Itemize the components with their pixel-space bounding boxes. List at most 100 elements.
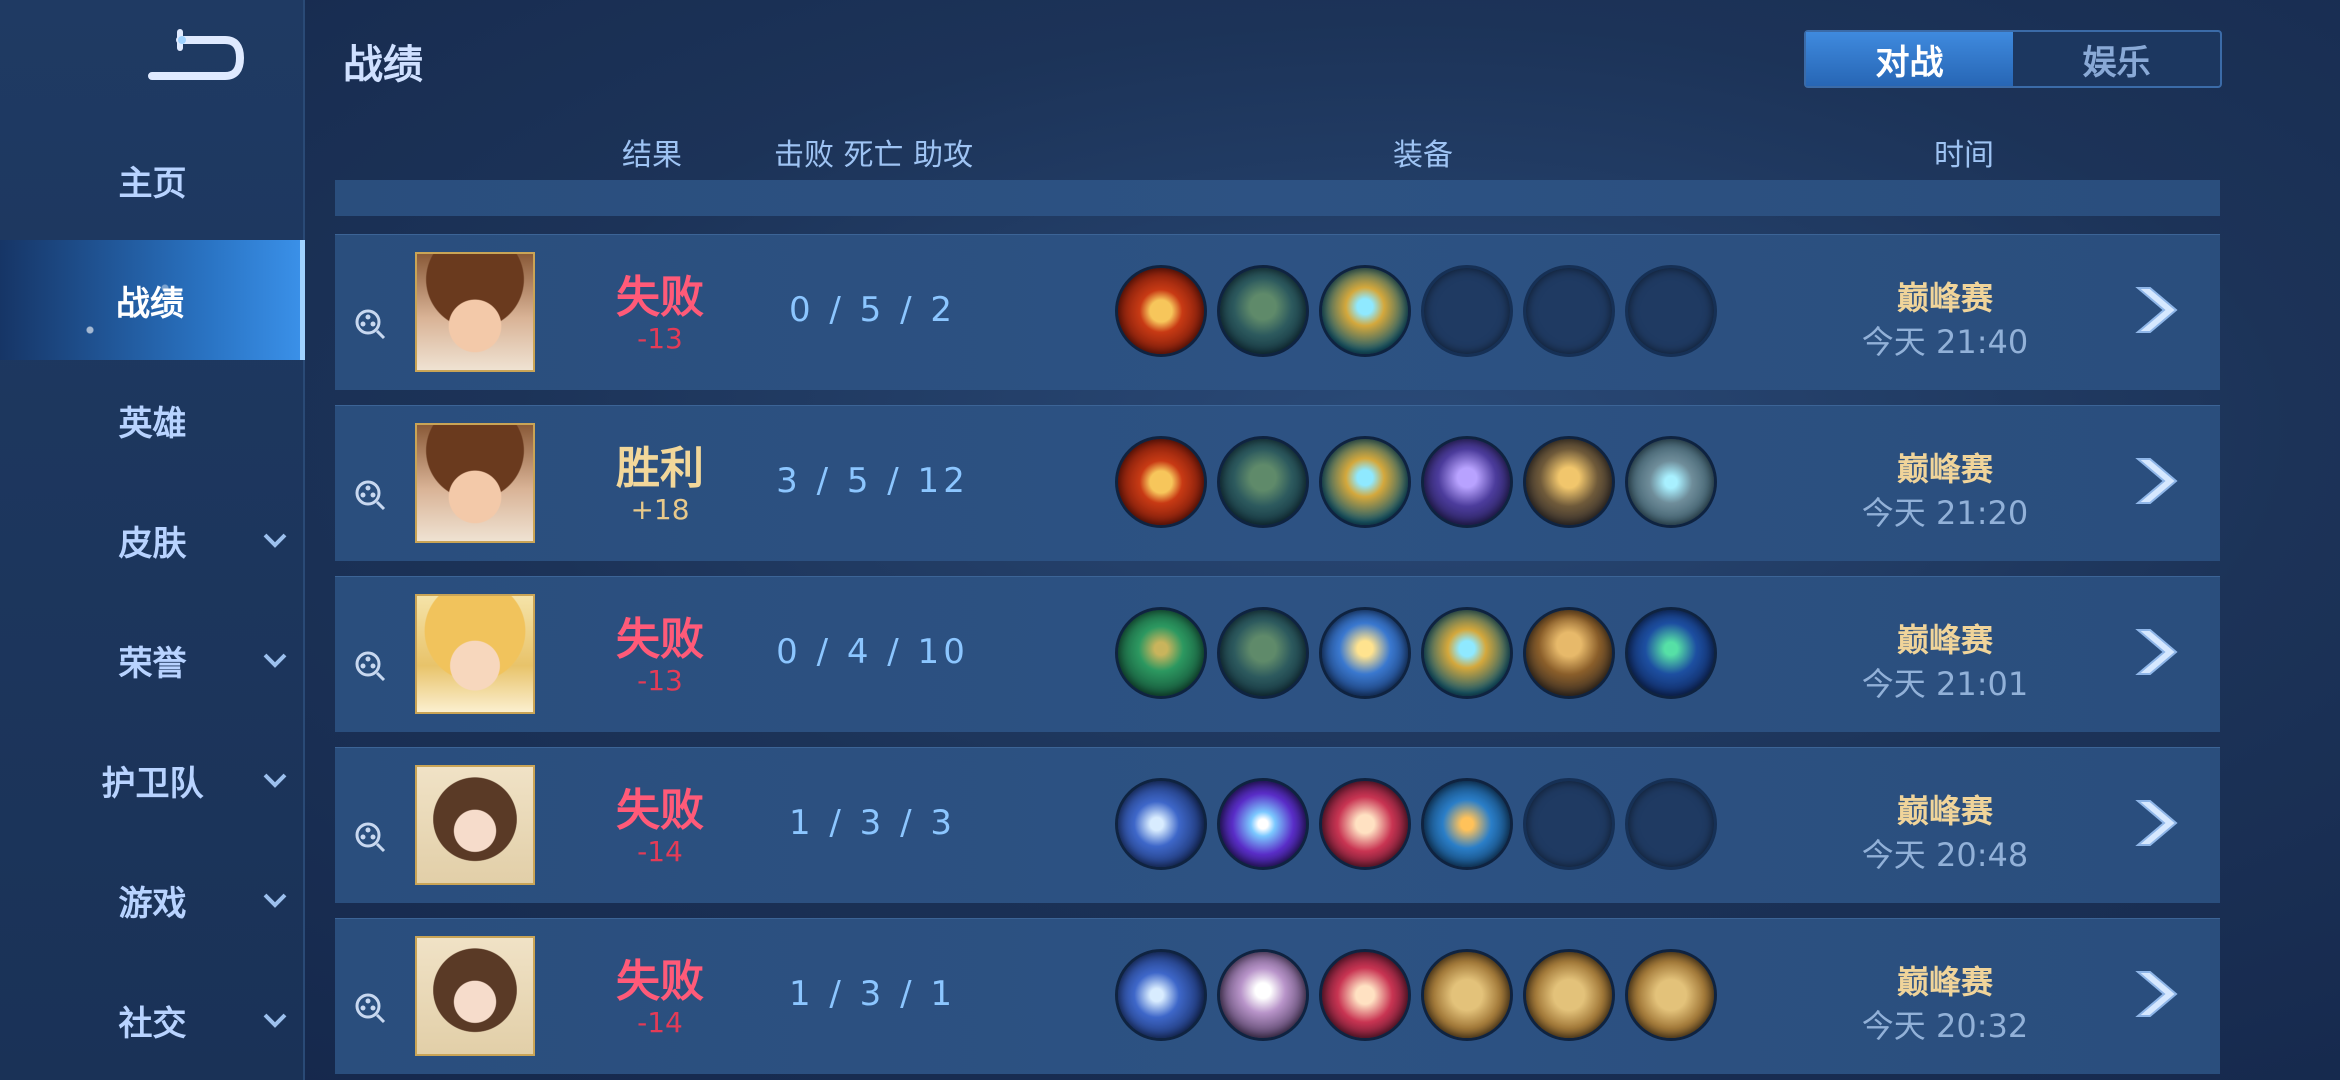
chevron-down-icon — [263, 893, 287, 908]
item-slot-red-spellbook[interactable] — [1319, 778, 1411, 870]
empty-item-slot — [1421, 265, 1513, 357]
item-slot-skull-mask[interactable] — [1217, 949, 1309, 1041]
item-slot-blue-steel-boots[interactable] — [1115, 949, 1207, 1041]
sidebar-item-label: 战绩 — [116, 283, 184, 324]
sidebar-item-home[interactable]: 主页 — [0, 120, 305, 240]
chevron-right-icon[interactable] — [2130, 622, 2180, 682]
score-change: -14 — [637, 835, 683, 868]
result-label: 失败 — [616, 956, 704, 1007]
replay-icon[interactable] — [353, 991, 387, 1025]
hero-avatar[interactable] — [415, 594, 535, 714]
item-slot-green-boots[interactable] — [1217, 436, 1309, 528]
item-slot-gold-blue-crest[interactable] — [1319, 265, 1411, 357]
equipment-list — [1115, 949, 1717, 1041]
table-row-partial[interactable] — [335, 180, 2220, 216]
sidebar-item-label: 荣誉 — [118, 643, 187, 684]
result-label: 失败 — [616, 785, 704, 836]
equipment-list — [1115, 436, 1717, 528]
column-header-time: 时间 — [1934, 138, 1994, 173]
replay-icon[interactable] — [353, 478, 387, 512]
item-slot-red-gold-medallion[interactable] — [1115, 265, 1207, 357]
sidebar-item-label: 英雄 — [118, 403, 187, 444]
chevron-right-icon[interactable] — [2130, 793, 2180, 853]
hero-avatar[interactable] — [415, 423, 535, 543]
kda-stats: 3 / 5 / 12 — [776, 461, 969, 501]
item-slot-green-boots[interactable] — [1217, 607, 1309, 699]
item-slot-gold-cloak[interactable] — [1523, 607, 1615, 699]
item-slot-gold-blue-crest[interactable] — [1319, 436, 1411, 528]
item-slot-blue-steel-boots[interactable] — [1115, 778, 1207, 870]
result-label: 胜利 — [616, 443, 704, 494]
item-slot-blue-hourglass[interactable] — [1319, 607, 1411, 699]
table-row[interactable]: 失败 -13 0 / 4 / 10 巅峰赛 今天 21:01 — [335, 576, 2220, 732]
sidebar-item-honor[interactable]: 荣誉 — [0, 600, 305, 720]
sidebar-item-skins[interactable]: 皮肤 — [0, 480, 305, 600]
empty-item-slot — [1625, 265, 1717, 357]
chevron-right-icon[interactable] — [2130, 964, 2180, 1024]
sidebar-item-records[interactable]: 战绩 — [0, 240, 305, 360]
match-result: 失败 -14 — [585, 786, 735, 868]
table-row[interactable]: 失败 -14 1 / 3 / 1 巅峰赛 今天 20:32 — [335, 918, 2220, 1074]
hero-avatar[interactable] — [415, 765, 535, 885]
result-label: 失败 — [616, 272, 704, 323]
match-time: 今天 20:48 — [1861, 836, 2029, 874]
hero-avatar[interactable] — [415, 936, 535, 1056]
match-mode: 巅峰赛 — [1896, 792, 1993, 830]
table-row[interactable]: 胜利 +18 3 / 5 / 12 巅峰赛 今天 21:20 — [335, 405, 2220, 561]
replay-icon[interactable] — [353, 649, 387, 683]
item-slot-green-boots[interactable] — [1217, 265, 1309, 357]
tab-battle[interactable]: 对战 — [1806, 32, 2013, 86]
score-change: -14 — [637, 1006, 683, 1039]
item-slot-purple-armor[interactable] — [1421, 436, 1513, 528]
item-slot-blue-feather[interactable] — [1421, 778, 1513, 870]
sidebar-item-label: 社交 — [118, 1003, 187, 1044]
hero-avatar[interactable] — [415, 252, 535, 372]
item-slot-gold-chestplate[interactable] — [1523, 436, 1615, 528]
item-slot-red-gold-medallion[interactable] — [1115, 436, 1207, 528]
score-change: -13 — [637, 322, 683, 355]
sidebar-item-heroes[interactable]: 英雄 — [0, 360, 305, 480]
tab-entertainment[interactable]: 娱乐 — [2013, 32, 2220, 86]
item-slot-red-spellbook[interactable] — [1319, 949, 1411, 1041]
match-mode: 巅峰赛 — [1896, 621, 1993, 659]
sidebar-item-social[interactable]: 社交 — [0, 960, 305, 1080]
sidebar-item-label: 护卫队 — [101, 763, 204, 804]
equipment-list — [1115, 265, 1717, 357]
column-header-kda: 击败 死亡 助攻 — [774, 138, 974, 173]
back-arrow-icon[interactable] — [140, 28, 250, 88]
kda-stats: 0 / 5 / 2 — [788, 290, 957, 330]
chevron-down-icon — [263, 773, 287, 788]
equipment-list — [1115, 778, 1717, 870]
sidebar-item-label: 主页 — [118, 163, 187, 204]
item-slot-wooden-crate[interactable] — [1523, 949, 1615, 1041]
replay-icon[interactable] — [353, 307, 387, 341]
chevron-down-icon — [263, 653, 287, 668]
equipment-list — [1115, 607, 1717, 699]
replay-icon[interactable] — [353, 820, 387, 854]
item-slot-blue-hood[interactable] — [1625, 607, 1717, 699]
chevron-right-icon[interactable] — [2130, 451, 2180, 511]
page-title: 战绩 — [343, 42, 423, 88]
match-time: 今天 20:32 — [1861, 1007, 2029, 1045]
chevron-right-icon[interactable] — [2130, 280, 2180, 340]
mode-switch: 对战 娱乐 — [1804, 30, 2222, 88]
item-slot-gold-blue-crest[interactable] — [1421, 607, 1513, 699]
item-slot-green-jade-amulet[interactable] — [1115, 607, 1207, 699]
sidebar-item-game[interactable]: 游戏 — [0, 840, 305, 960]
score-change: -13 — [637, 664, 683, 697]
kda-stats: 1 / 3 / 3 — [788, 803, 957, 843]
column-header-result: 结果 — [622, 138, 682, 173]
table-row[interactable]: 失败 -14 1 / 3 / 3 巅峰赛 今天 20:48 — [335, 747, 2220, 903]
match-result: 失败 -14 — [585, 957, 735, 1039]
table-row[interactable]: 失败 -13 0 / 5 / 2 巅峰赛 今天 21:40 — [335, 234, 2220, 390]
item-slot-silver-gem-belt[interactable] — [1625, 436, 1717, 528]
sidebar-item-guard-team[interactable]: 护卫队 — [0, 720, 305, 840]
kda-stats: 0 / 4 / 10 — [776, 632, 969, 672]
item-slot-wooden-crate[interactable] — [1625, 949, 1717, 1041]
match-mode: 巅峰赛 — [1896, 279, 1993, 317]
sidebar: 主页 战绩 英雄 皮肤 荣誉 护卫队 游戏 社交 — [0, 0, 305, 1080]
match-time: 今天 21:01 — [1861, 665, 2029, 703]
item-slot-purple-orb[interactable] — [1217, 778, 1309, 870]
match-list[interactable]: 失败 -13 0 / 5 / 2 巅峰赛 今天 21:40 胜利 +18 3 /… — [335, 180, 2220, 1080]
item-slot-wooden-crate[interactable] — [1421, 949, 1513, 1041]
